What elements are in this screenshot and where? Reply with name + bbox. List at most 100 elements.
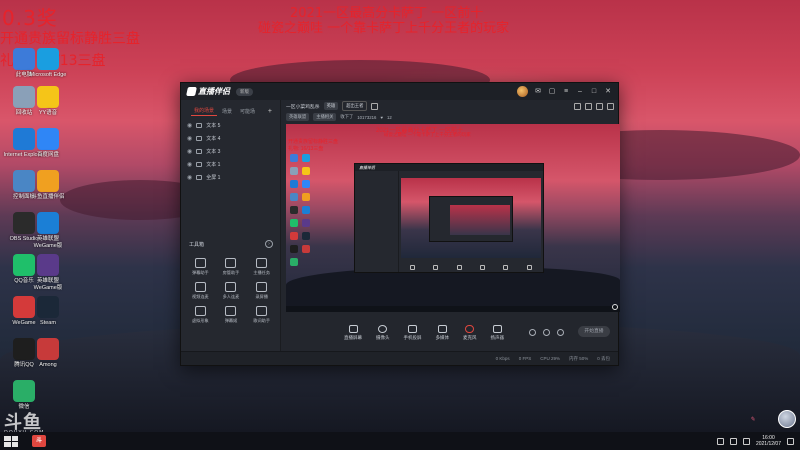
source-item[interactable]: ◉ 文本 5 — [181, 119, 280, 132]
tool-label: 手机投屏 — [403, 335, 422, 340]
preview-nested-window: 直播伴侣 — [354, 163, 544, 273]
user-avatar[interactable] — [517, 86, 528, 97]
notification-icon[interactable] — [787, 437, 794, 445]
microphone-button[interactable]: 麦克风 — [463, 325, 477, 341]
stream-preview[interactable]: 2021一区最高分卡萨丁 一区前十 碰瓷之巅哇 一个靠卡萨丁上千分王者的玩家 开… — [286, 124, 620, 312]
mail-icon[interactable]: ✉ — [534, 88, 542, 96]
toolbox-info-icon[interactable]: › — [265, 240, 273, 248]
room-category[interactable]: 英雄联盟 — [286, 113, 310, 121]
tool-avatar[interactable]: 虚拟形象 — [185, 306, 216, 324]
shirt-icon[interactable]: ▢ — [548, 88, 556, 96]
tool-danmu-ji[interactable]: 弹幕姬 — [216, 306, 247, 324]
desktop-icon[interactable]: 斗鱼直播伴侣 — [26, 170, 70, 201]
recycle-bin-icon — [290, 167, 298, 175]
gift-icon[interactable] — [585, 102, 592, 110]
windows-start-icon[interactable] — [4, 435, 18, 447]
stream-overlay-line1: 开通贵族留标静胜三盘 — [0, 31, 140, 47]
start-pane — [11, 441, 18, 447]
among-icon — [302, 245, 310, 253]
tool-video-link[interactable]: 视频连麦 — [185, 282, 216, 300]
desktop-icon-label: 斗鱼直播伴侣 — [31, 194, 65, 200]
eye-icon[interactable]: ◉ — [187, 122, 192, 129]
desktop-icon[interactable]: 百度网盘 — [26, 128, 70, 159]
maximize-icon[interactable]: □ — [590, 88, 598, 96]
share-icon[interactable] — [607, 102, 614, 110]
preview-taskbar — [286, 306, 620, 312]
tool-room-admin[interactable]: 房管助手 — [216, 258, 247, 276]
desktop-icon[interactable]: 微信 — [2, 380, 46, 411]
app-titlebar[interactable]: 直播伴侣 新版 ✉ ▢ ≡ – □ ✕ — [181, 83, 618, 100]
camera-button[interactable]: 摄像头 — [376, 325, 390, 341]
status-dropped: 0 丢包 — [597, 355, 610, 361]
close-icon[interactable]: ✕ — [604, 88, 612, 96]
qq-icon — [290, 245, 298, 253]
tab-scene[interactable]: 场景 — [219, 107, 235, 116]
version-badge[interactable]: 新版 — [236, 87, 253, 96]
preview-scroll-icon[interactable] — [612, 304, 618, 310]
tool-record[interactable]: 录屏播 — [246, 282, 277, 300]
baidu-pan-icon — [37, 128, 59, 150]
tab-possible-scene[interactable]: 可能场 — [237, 107, 258, 116]
tool-danmu-assistant[interactable]: 弹幕助手 — [185, 258, 216, 276]
eye-icon[interactable]: ◉ — [187, 148, 192, 155]
network-icon[interactable] — [729, 437, 737, 445]
settings-icon[interactable] — [557, 329, 564, 336]
tool-multi-link[interactable]: 多人连麦 — [216, 282, 247, 300]
start-live-button[interactable]: 开始直播 — [578, 326, 610, 337]
lock-icon[interactable] — [574, 102, 581, 110]
tool-label: 麦克风 — [463, 335, 477, 340]
preview-overlay-line1: 开通贵族留标静胜三盘 — [288, 139, 339, 145]
stream-overlay-subtitle: 碰瓷之巅哇 一个靠卡萨丁上千分王者的玩家 — [258, 21, 510, 36]
volume-icon[interactable] — [742, 437, 750, 445]
screen-capture-button[interactable]: 直播屏幕 — [344, 325, 362, 341]
streaming-app-window[interactable]: 直播伴侣 新版 ✉ ▢ ≡ – □ ✕ 我的场景 场景 可能场 + ◉ 文本 5 … — [180, 82, 620, 366]
microphone-icon — [465, 325, 475, 333]
source-item[interactable]: ◉ 文本 4 — [181, 132, 280, 145]
add-scene-icon[interactable]: + — [268, 108, 272, 115]
eye-icon[interactable]: ◉ — [187, 161, 192, 168]
nested-window-inner — [429, 196, 513, 242]
status-memory: 内存 50% — [568, 355, 589, 361]
scene-panel: 我的场景 场景 可能场 + ◉ 文本 5 ◉ 文本 4 ◉ 文本 3 ◉ 文本 1 ◉ 全… — [181, 100, 281, 362]
taskbar-douyu-app-icon[interactable]: 斗 — [32, 435, 46, 447]
lol-icon — [37, 212, 59, 234]
desktop-icon[interactable]: Steam — [26, 296, 70, 327]
desktop-icon-label: 英雄联盟WeGame版 — [33, 236, 63, 249]
eye-icon[interactable]: ◉ — [187, 174, 192, 181]
edit-icon[interactable] — [371, 102, 379, 110]
start-pane — [4, 435, 11, 441]
media-button[interactable]: 多媒体 — [436, 325, 449, 341]
eye-icon[interactable]: ◉ — [187, 135, 192, 142]
desktop-icon[interactable]: YY语音 — [26, 86, 70, 117]
monitor-icon — [348, 325, 358, 333]
room-title[interactable]: 一区小菜鸡乱杀 — [286, 103, 320, 110]
room-tag-2[interactable]: 超出王者 — [342, 101, 368, 111]
source-item[interactable]: ◉ 全屏 1 — [181, 171, 280, 184]
desktop-icon[interactable]: 英雄联盟WeGame版 — [26, 254, 70, 292]
source-item[interactable]: ◉ 文本 1 — [181, 158, 280, 171]
tool-lyrics[interactable]: 歌词助手 — [246, 306, 277, 324]
preview-overlay-line2: 礼物: 16/13三盘 — [288, 146, 324, 152]
toolbox-header: 工具箱 › — [189, 240, 273, 248]
streamer-avatar — [778, 410, 796, 428]
minimize-icon[interactable]: – — [576, 88, 584, 96]
source-item[interactable]: ◉ 文本 3 — [181, 145, 280, 158]
phone-cast-button[interactable]: 手机投屏 — [404, 325, 422, 341]
room-tag[interactable]: 英雄 — [323, 102, 339, 110]
record-icon[interactable] — [529, 329, 536, 336]
speaker-button[interactable]: 扬声器 — [491, 325, 504, 341]
eye-icon[interactable] — [543, 329, 550, 336]
taskbar-clock[interactable]: 16:00 2021/12/07 — [756, 435, 781, 447]
desktop-icon[interactable]: 英雄联盟WeGame版 — [26, 212, 70, 250]
tool-host-task[interactable]: 主播任务 — [246, 258, 277, 276]
desktop-icon[interactable]: Microsoft Edge — [26, 48, 70, 79]
menu-icon[interactable]: ≡ — [562, 88, 570, 96]
app-logo-text: 直播伴侣 — [198, 87, 230, 96]
screen-icon[interactable] — [596, 102, 603, 110]
chevron-up-icon[interactable] — [716, 437, 724, 445]
host-relation[interactable]: 主播相关 — [313, 113, 337, 121]
tab-my-scene[interactable]: 我的场景 — [191, 106, 218, 116]
admin-icon — [225, 258, 237, 268]
desktop-icon[interactable]: Among — [26, 338, 70, 369]
game-icon — [302, 193, 310, 201]
